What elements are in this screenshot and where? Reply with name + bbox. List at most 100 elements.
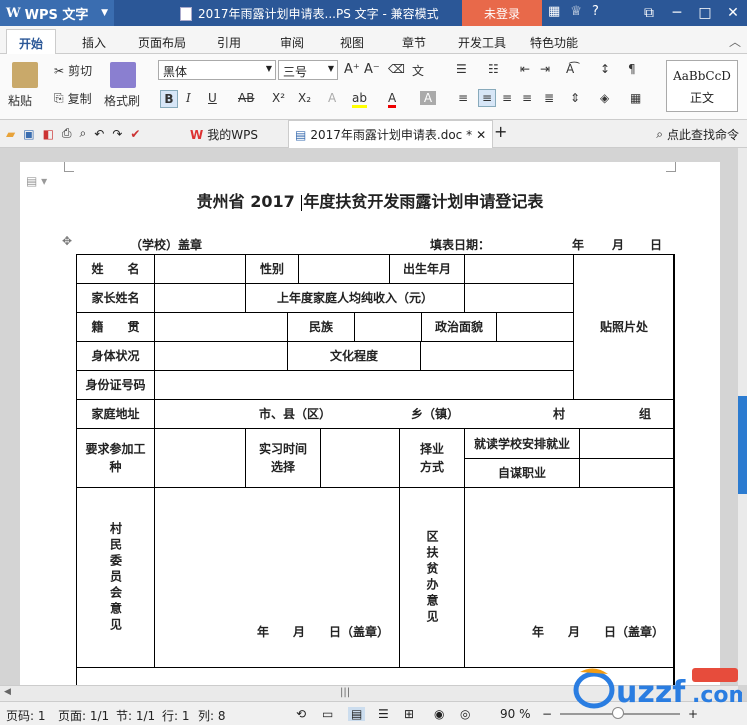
superscript-button[interactable]: X² [272, 91, 285, 105]
print-icon[interactable]: ⎙ [62, 126, 72, 141]
tab-document[interactable]: ▤ 2017年雨露计划申请表.doc * ✕ [288, 120, 494, 148]
cut-button[interactable]: ✂ 剪切 [54, 62, 92, 79]
cell-address[interactable]: 市、县（区） 乡（镇） 村 组 [154, 399, 675, 429]
save-icon[interactable]: ▣ [23, 127, 34, 141]
italic-button[interactable]: I [186, 91, 191, 105]
chinese-layout-icon[interactable]: A͡ [566, 62, 574, 76]
cell-name[interactable] [154, 254, 246, 284]
maximize-icon[interactable]: □ [691, 0, 719, 26]
text-effect-icon[interactable]: A [328, 91, 336, 105]
font-name-select[interactable]: 黑体 ▼ [158, 60, 276, 80]
view-eye-icon[interactable]: ◉ [434, 707, 444, 721]
tab-developer[interactable]: 开发工具 [458, 34, 506, 51]
vertical-scrollbar-thumb[interactable] [738, 396, 747, 494]
pinyin-icon[interactable]: 文 [412, 62, 424, 79]
scroll-grip-icon[interactable]: ||| [340, 687, 350, 698]
copy-button[interactable]: ⎘ 复制 [54, 90, 92, 107]
shading-icon[interactable]: ◈ [600, 91, 609, 105]
subscript-button[interactable]: X₂ [298, 91, 311, 105]
paste-label[interactable]: 粘贴 [8, 92, 32, 109]
command-search[interactable]: ⌕ 点此查找命令 [656, 126, 739, 143]
strikethrough-button[interactable]: AB [238, 91, 254, 105]
clear-format-icon[interactable]: ⌫ [388, 62, 405, 76]
borders-icon[interactable]: ▦ [630, 91, 641, 105]
view-web-icon[interactable]: ⊞ [404, 707, 414, 721]
tab-features[interactable]: 特色功能 [530, 34, 578, 51]
open-folder-icon[interactable]: ▰ [6, 127, 15, 141]
format-painter-icon[interactable] [110, 62, 136, 88]
bold-button[interactable]: B [160, 90, 178, 108]
view-outline-icon[interactable]: ☰ [378, 707, 389, 721]
view-earth-icon[interactable]: ◎ [460, 707, 470, 721]
restore-icon[interactable]: ⧉ [635, 0, 663, 26]
cell-job-request[interactable] [154, 428, 246, 488]
ribbon-collapse-icon[interactable]: ︿ [729, 33, 741, 50]
cell-district-opinion[interactable]: 年 月 日（盖章） [464, 487, 675, 668]
close-icon[interactable]: ✕ [719, 0, 747, 26]
font-color-icon[interactable]: A [388, 91, 397, 108]
style-normal[interactable]: AaBbCcD 正文 [666, 60, 738, 112]
tab-my-wps[interactable]: W 我的WPS [190, 126, 258, 143]
cell-health[interactable] [154, 341, 288, 371]
zoom-out-icon[interactable]: − [542, 707, 552, 721]
grow-font-icon[interactable]: A⁺ [344, 62, 360, 77]
print-preview-icon[interactable]: ⌕ [80, 126, 87, 141]
document-page[interactable]: ▤ ▾ 贵州省 2017 年度扶贫开发雨露计划申请登记表 ✥ （学校）盖章 填表… [20, 162, 720, 685]
underline-button[interactable]: U [208, 91, 217, 105]
tab-view[interactable]: 视图 [340, 34, 364, 51]
skin-icon[interactable]: ▦ [548, 4, 560, 19]
align-right-icon[interactable]: ≡ [502, 91, 512, 105]
help-icon[interactable]: ? [592, 4, 599, 19]
font-size-select[interactable]: 三号 ▼ [278, 60, 338, 80]
numbering-icon[interactable]: ☷ [488, 62, 499, 76]
minimize-icon[interactable]: ─ [663, 0, 691, 26]
view-read-icon[interactable]: ▭ [322, 707, 333, 721]
view-page-icon[interactable]: ▤ [348, 707, 366, 721]
cell-income[interactable] [464, 283, 574, 313]
cell-political[interactable] [496, 312, 574, 342]
table-move-handle-icon[interactable]: ✥ [62, 234, 72, 248]
cell-birth[interactable] [464, 254, 574, 284]
char-shading-icon[interactable]: A [420, 91, 436, 105]
tab-references[interactable]: 引用 [217, 34, 241, 51]
cell-ethnic[interactable] [354, 312, 422, 342]
format-painter-label[interactable]: 格式刷 [104, 92, 140, 109]
outdent-icon[interactable]: ⇥ [540, 62, 550, 76]
wps-menu-button[interactable]: W WPS 文字 ▼ [0, 0, 114, 26]
tab-insert[interactable]: 插入 [82, 34, 106, 51]
sort-icon[interactable]: ↕ [600, 62, 610, 76]
paste-icon[interactable] [12, 62, 38, 88]
distribute-icon[interactable]: ≣ [544, 91, 554, 105]
cell-village-opinion[interactable]: 年 月 日（盖章） [154, 487, 400, 668]
bullets-icon[interactable]: ☰ [456, 62, 467, 76]
cell-self-employed[interactable] [579, 458, 675, 488]
highlight-icon[interactable]: ab [352, 91, 367, 108]
page-menu-icon[interactable]: ▤ ▾ [26, 174, 47, 188]
tab-page-layout[interactable]: 页面布局 [138, 34, 186, 51]
custom-menu-icon[interactable]: ✔ [130, 127, 140, 141]
tab-home[interactable]: 开始 [6, 29, 57, 54]
cell-origin[interactable] [154, 312, 288, 342]
tab-review[interactable]: 审阅 [280, 34, 304, 51]
cell-gender[interactable] [298, 254, 390, 284]
login-button[interactable]: 未登录 [462, 0, 542, 26]
shrink-font-icon[interactable]: A⁻ [364, 62, 380, 77]
close-tab-icon[interactable]: ✕ [476, 128, 486, 142]
pdf-icon[interactable]: ◧ [43, 127, 54, 141]
align-center-icon[interactable]: ≡ [478, 89, 496, 107]
tab-chapter[interactable]: 章节 [402, 34, 426, 51]
indent-icon[interactable]: ⇤ [520, 62, 530, 76]
cell-school-arranged[interactable] [579, 428, 675, 459]
scroll-left-icon[interactable]: ◀ [4, 687, 11, 697]
cell-parent-name[interactable] [154, 283, 246, 313]
undo-icon[interactable]: ↶ [94, 127, 104, 141]
cell-education[interactable] [420, 341, 574, 371]
show-marks-icon[interactable]: ¶ [628, 62, 636, 76]
cell-id-number[interactable] [154, 370, 574, 400]
history-icon[interactable]: ⟲ [296, 707, 306, 721]
line-spacing-icon[interactable]: ⇕ [570, 91, 580, 105]
new-tab-button[interactable]: + [494, 122, 507, 141]
cell-internship[interactable] [320, 428, 400, 488]
shirt-icon[interactable]: ♕ [570, 4, 582, 19]
justify-icon[interactable]: ≡ [522, 91, 532, 105]
